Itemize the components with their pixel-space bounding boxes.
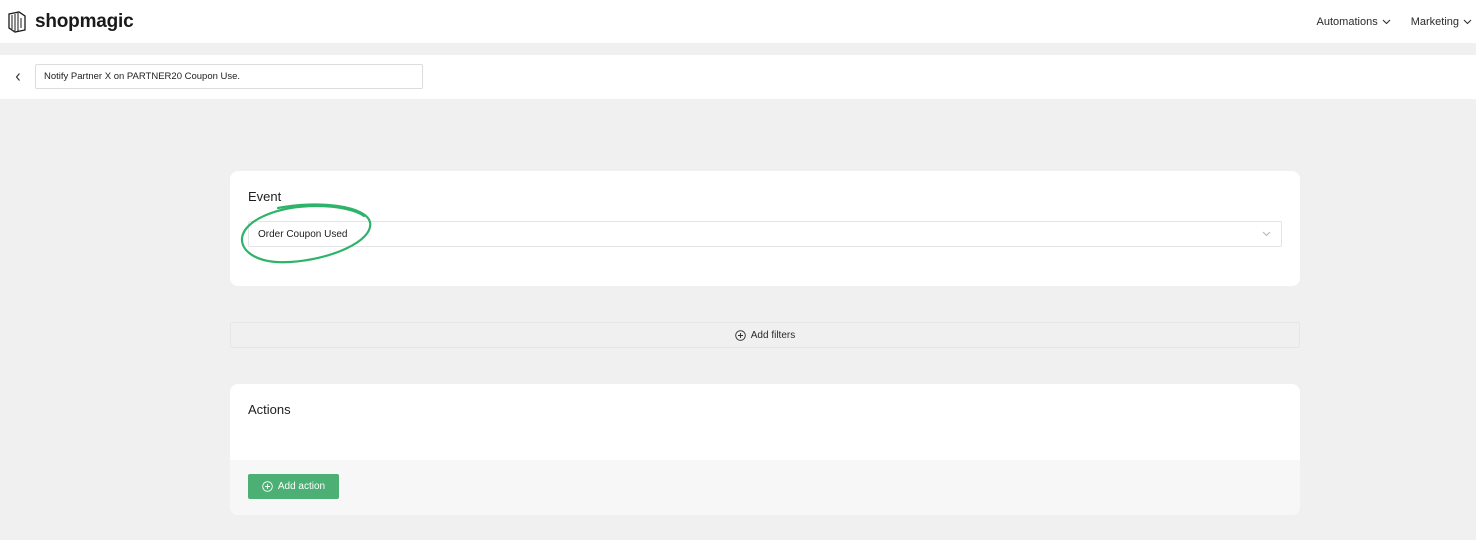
plus-circle-icon <box>262 481 273 492</box>
event-select[interactable]: Order Coupon Used <box>248 221 1282 247</box>
top-navigation: Automations Marketing <box>1317 0 1476 43</box>
actions-card: Actions Add action <box>230 384 1300 515</box>
chevron-down-icon <box>1382 19 1391 25</box>
actions-card-title: Actions <box>248 402 291 417</box>
actions-footer: Add action <box>230 460 1300 515</box>
plus-circle-icon <box>735 329 746 341</box>
nav-automations[interactable]: Automations <box>1317 16 1391 28</box>
nav-marketing-label: Marketing <box>1410 15 1459 28</box>
chevron-down-icon <box>1262 231 1271 237</box>
event-select-value: Order Coupon Used <box>258 229 348 240</box>
nav-automations-label: Automations <box>1316 15 1378 28</box>
chevron-down-icon <box>1463 19 1472 25</box>
top-header: shopmagic Automations Marketing <box>0 0 1476 43</box>
chevron-left-icon[interactable] <box>10 69 26 85</box>
brand-name: shopmagic <box>35 10 134 32</box>
event-card-title: Event <box>248 189 282 204</box>
event-card: Event Order Coupon Used <box>230 171 1300 286</box>
add-action-button[interactable]: Add action <box>248 474 339 499</box>
add-filters-button[interactable]: Add filters <box>230 322 1300 348</box>
add-filters-label: Add filters <box>750 329 796 341</box>
automation-name-input[interactable] <box>35 64 423 89</box>
brand[interactable]: shopmagic <box>5 10 134 34</box>
add-action-label: Add action <box>277 481 326 492</box>
shopmagic-logo-icon <box>5 10 29 34</box>
nav-marketing[interactable]: Marketing <box>1411 16 1472 28</box>
